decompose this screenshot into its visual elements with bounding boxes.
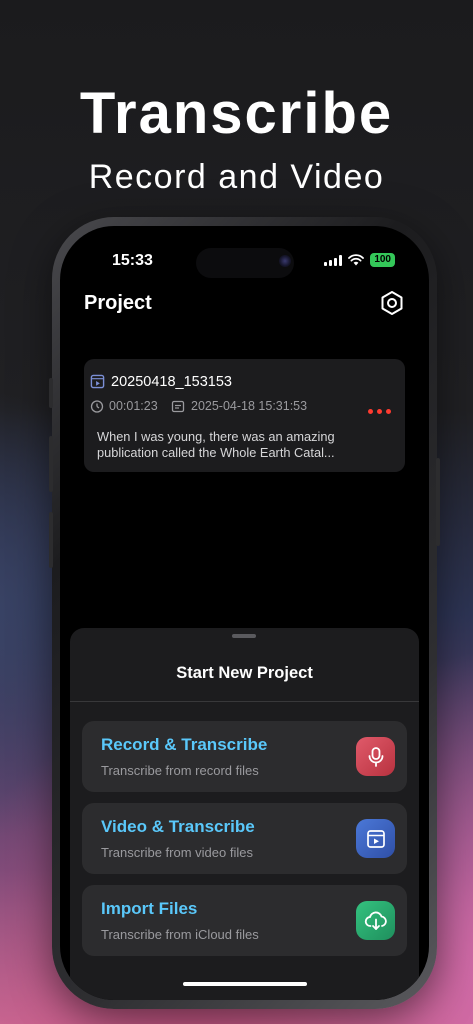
volume-down-button xyxy=(49,512,53,568)
gear-icon[interactable] xyxy=(379,290,405,316)
project-card[interactable]: 20250418_153153 00:01:23 2025-04-18 15:3… xyxy=(84,359,405,472)
import-files-button[interactable]: Import Files Transcribe from iCloud file… xyxy=(82,885,407,956)
microphone-icon xyxy=(356,737,395,776)
calendar-icon xyxy=(171,400,185,413)
option-subtitle: Transcribe from iCloud files xyxy=(101,927,259,942)
project-duration: 00:01:23 xyxy=(109,399,158,413)
option-title: Record & Transcribe xyxy=(101,735,268,754)
timer-icon xyxy=(90,400,104,413)
hero-title: Transcribe xyxy=(79,81,394,146)
new-project-sheet: Start New Project Record & Transcribe Tr… xyxy=(70,628,419,1000)
divider xyxy=(70,701,419,702)
project-excerpt: When I was young, there was an amazing p… xyxy=(97,429,335,460)
sheet-grabber[interactable] xyxy=(232,634,256,638)
signal-icon xyxy=(324,254,343,266)
video-icon xyxy=(356,819,395,858)
video-transcribe-button[interactable]: Video & Transcribe Transcribe from video… xyxy=(82,803,407,874)
project-name: 20250418_153153 xyxy=(111,374,232,390)
option-subtitle: Transcribe from video files xyxy=(101,845,253,860)
sheet-title: Start New Project xyxy=(176,664,313,682)
status-time: 15:33 xyxy=(112,252,153,269)
option-subtitle: Transcribe from record files xyxy=(101,763,259,778)
power-button xyxy=(436,458,440,546)
more-options-icon[interactable] xyxy=(368,409,391,414)
option-title: Video & Transcribe xyxy=(101,817,255,836)
volume-up-button xyxy=(49,436,53,492)
video-file-icon xyxy=(90,374,105,389)
status-icons: 100 xyxy=(324,253,395,267)
battery-icon: 100 xyxy=(370,253,395,267)
action-button xyxy=(49,378,53,408)
phone-screen: 15:33 100 Project 20250418_153153 00:01:… xyxy=(60,226,429,1000)
cloud-download-icon xyxy=(356,901,395,940)
hero-subtitle: Record and Video xyxy=(88,158,385,196)
record-transcribe-button[interactable]: Record & Transcribe Transcribe from reco… xyxy=(82,721,407,792)
camera-icon xyxy=(279,255,291,267)
wifi-icon xyxy=(348,254,365,266)
page-title: Project xyxy=(84,292,152,314)
project-date: 2025-04-18 15:31:53 xyxy=(191,399,308,413)
option-title: Import Files xyxy=(101,899,198,918)
home-indicator[interactable] xyxy=(183,982,307,986)
